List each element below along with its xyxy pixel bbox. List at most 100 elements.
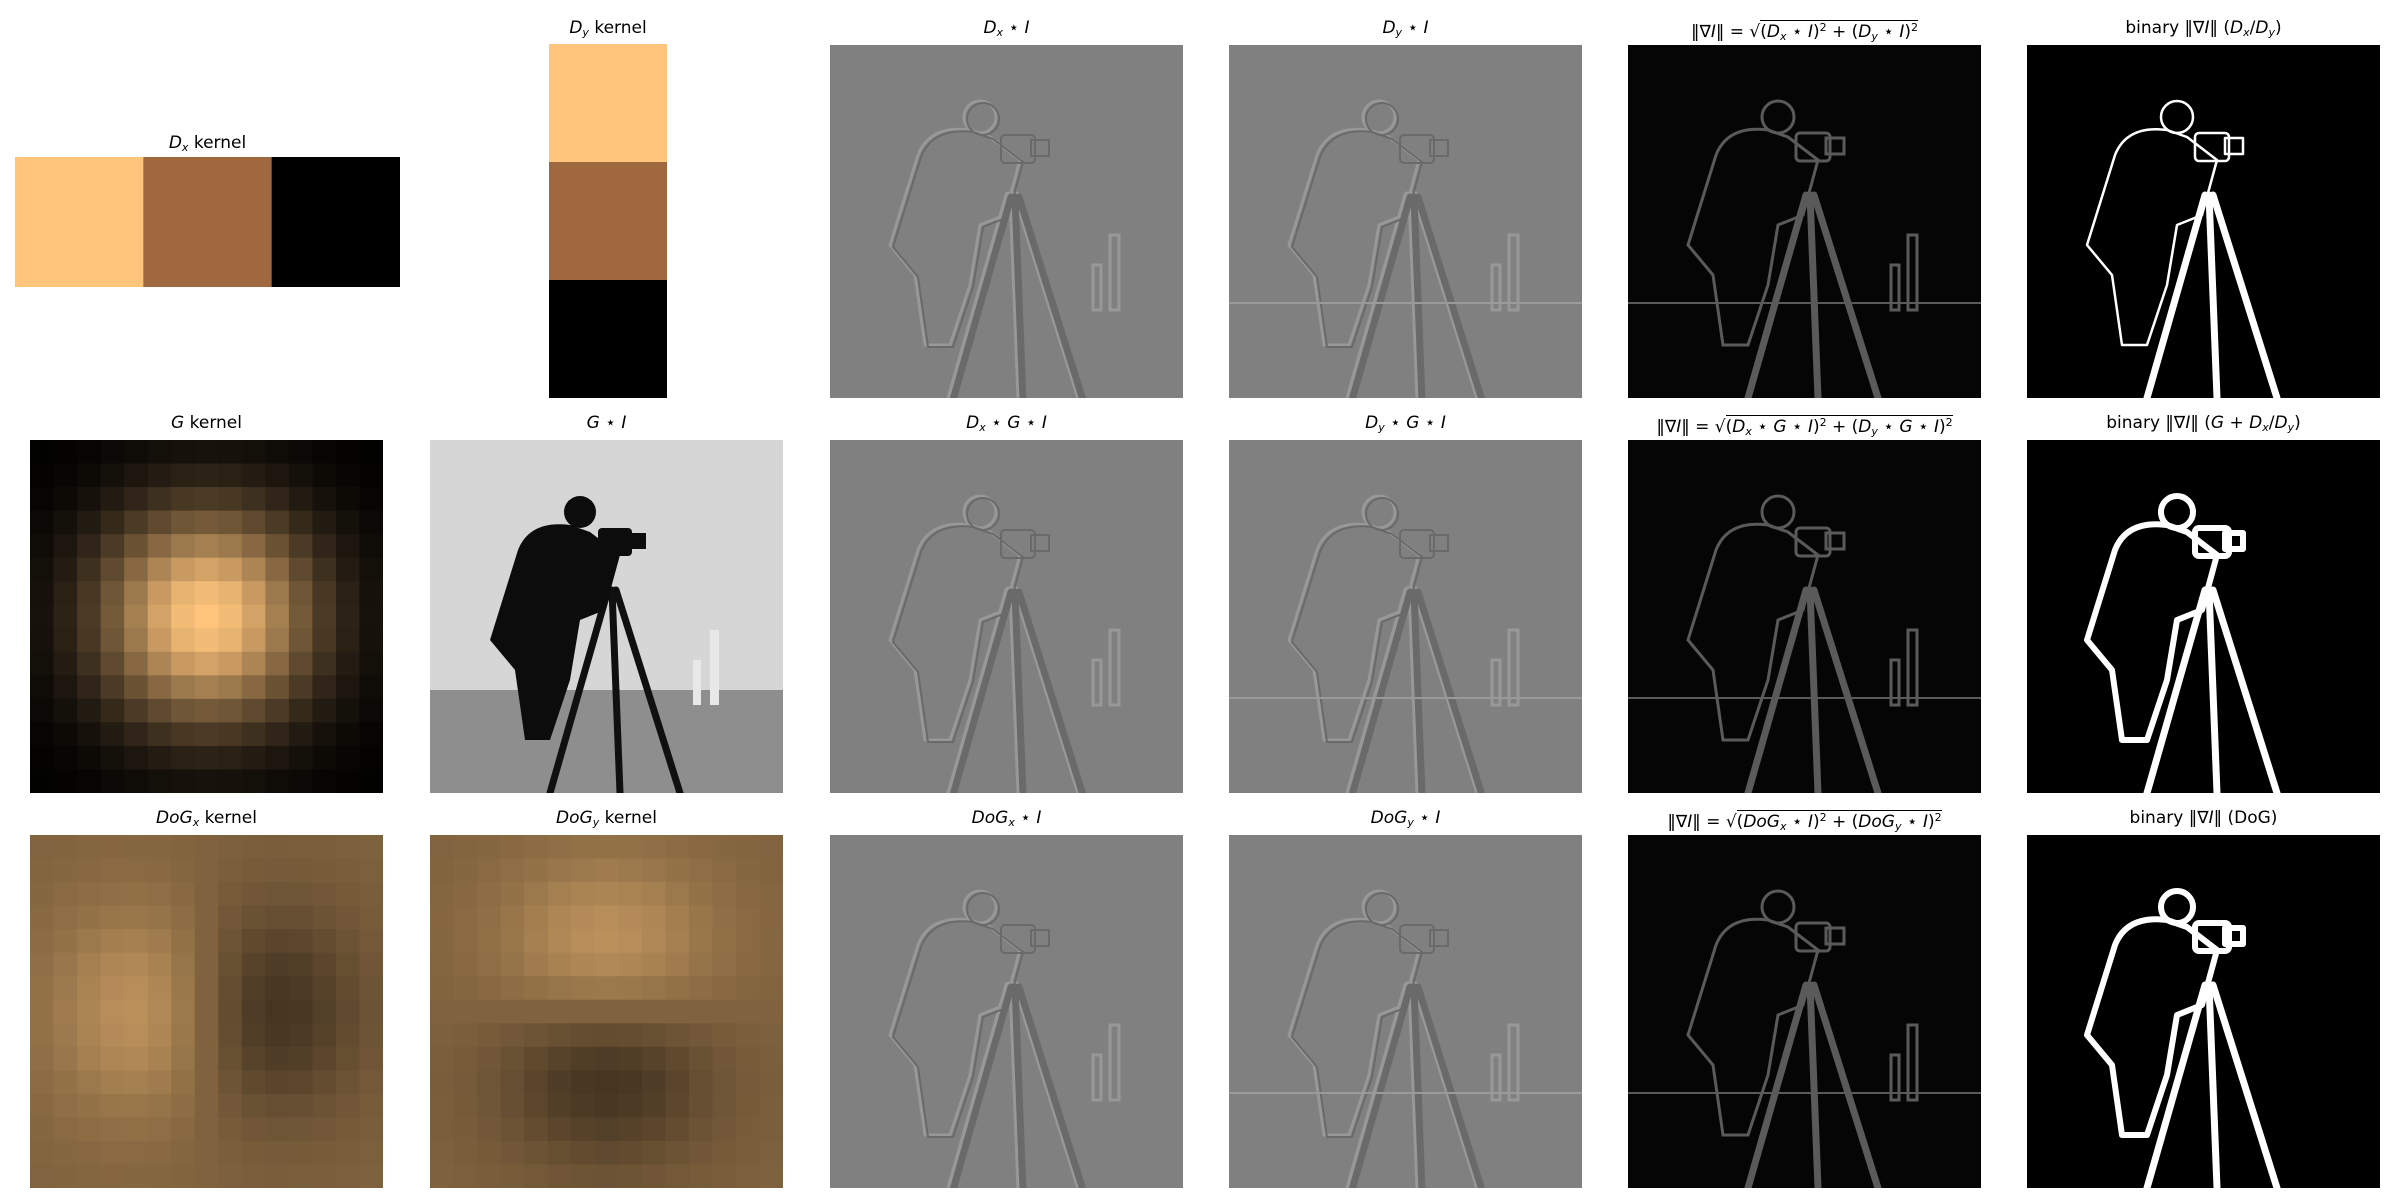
- kernel-cell: [359, 581, 383, 606]
- kernel-cell: [147, 722, 172, 747]
- kernel-cell: [359, 1140, 383, 1166]
- kernel-cell: [641, 1164, 666, 1188]
- kernel-cell: [171, 976, 196, 1001]
- kernel-cell: [241, 1164, 266, 1188]
- kernel-cell: [124, 999, 149, 1024]
- kernel-cell: [288, 510, 313, 535]
- kernel-cell: [218, 628, 243, 653]
- kernel-cell: [241, 835, 266, 860]
- kernel-cell: [571, 835, 596, 860]
- binary-grad-image: [2027, 45, 2380, 398]
- kernel-cell: [359, 882, 383, 907]
- kernel-cell: [218, 675, 243, 700]
- kernel-cell: [335, 628, 361, 653]
- kernel-cell: [100, 698, 125, 723]
- kernel-cell: [265, 976, 290, 1001]
- kernel-cell: [477, 1093, 502, 1118]
- dy-conv-i-cell: Dy ⋆ I: [1229, 18, 1582, 398]
- kernel-cell: [477, 976, 502, 1001]
- kernel-cell: [641, 999, 666, 1024]
- kernel-cell: [194, 487, 219, 512]
- binary-grad-dog-title: binary ‖∇I‖ (DoG): [2129, 808, 2278, 828]
- kernel-cell: [100, 999, 125, 1024]
- kernel-cell: [359, 952, 383, 977]
- kernel-cell: [147, 1023, 172, 1048]
- kernel-cell: [241, 581, 266, 606]
- kernel-cell: [430, 1023, 455, 1048]
- figure-grid: Dx kernel Dy kernel Dx ⋆ I Dy ⋆ I ‖∇I‖ =…: [0, 0, 2400, 1200]
- kernel-cell: [335, 1140, 361, 1166]
- image-background: [1628, 835, 1981, 1188]
- kernel-cell: [335, 510, 361, 535]
- kernel-cell: [735, 858, 761, 883]
- kernel-cell: [265, 651, 290, 676]
- kernel-cell: [571, 976, 596, 1001]
- kernel-cell: [30, 557, 55, 582]
- kernel-cell: [265, 1117, 290, 1142]
- kernel-cell: [571, 1046, 596, 1071]
- kernel-cell: [288, 1140, 313, 1166]
- kernel-cell: [712, 882, 737, 907]
- kernel-cell: [124, 487, 149, 512]
- grad-mag-cell: ‖∇I‖ = √(Dx ⋆ I)2 + (Dy ⋆ I)2: [1628, 18, 1981, 398]
- kernel-cell: [288, 651, 313, 676]
- kernel-cell: [688, 1140, 713, 1166]
- kernel-cell: [335, 1093, 361, 1118]
- kernel-cell: [124, 976, 149, 1001]
- kernel-cell: [124, 905, 149, 930]
- kernel-cell: [171, 628, 196, 653]
- binary-grad-g-image: [2027, 440, 2380, 793]
- kernel-cell: [288, 675, 313, 700]
- kernel-cell: [171, 882, 196, 907]
- kernel-cell: [665, 882, 690, 907]
- kernel-cell: [53, 628, 78, 653]
- kernel-cell: [265, 534, 290, 559]
- kernel-cell: [100, 905, 125, 930]
- kernel-cell: [265, 929, 290, 954]
- kernel-cell: [241, 698, 266, 723]
- kernel-cell: [53, 604, 78, 629]
- kernel-cell: [735, 905, 761, 930]
- kernel-cell: [241, 463, 266, 488]
- kernel-cell: [665, 1140, 690, 1166]
- kernel-cell: [124, 581, 149, 606]
- kernel-cell: [194, 1093, 219, 1118]
- kernel-cell: [30, 651, 55, 676]
- kernel-cell: [453, 1046, 478, 1071]
- kernel-cell: [171, 1023, 196, 1048]
- kernel-cell: [312, 882, 337, 907]
- kernel-cell: [194, 698, 219, 723]
- kernel-cell: [641, 952, 666, 977]
- kernel-cell: [759, 1117, 783, 1142]
- kernel-cell: [571, 1023, 596, 1048]
- kernel-cell: [500, 1140, 525, 1166]
- kernel-cell: [712, 1093, 737, 1118]
- kernel-cell: [194, 440, 219, 465]
- dogy-kernel-heatmap: [430, 835, 783, 1188]
- kernel-cell: [665, 976, 690, 1001]
- kernel-cell: [594, 952, 619, 977]
- kernel-cell: [30, 1140, 55, 1166]
- kernel-cell: [53, 557, 78, 582]
- kernel-cell: [618, 835, 643, 860]
- kernel-cell: [171, 510, 196, 535]
- kernel-cell: [712, 976, 737, 1001]
- kernel-cell: [359, 510, 383, 535]
- kernel-cell: [688, 952, 713, 977]
- kernel-cell: [265, 604, 290, 629]
- kernel-cell: [30, 1046, 55, 1071]
- dy-g-conv-i-title: Dy ⋆ G ⋆ I: [1365, 413, 1446, 434]
- kernel-cell: [453, 1023, 478, 1048]
- kernel-cell: [100, 769, 125, 793]
- kernel-cell: [312, 976, 337, 1001]
- kernel-cell: [265, 858, 290, 883]
- kernel-cell: [500, 882, 525, 907]
- kernel-cell: [549, 162, 667, 281]
- kernel-cell: [53, 487, 78, 512]
- kernel-cell: [265, 745, 290, 771]
- kernel-cell: [712, 835, 737, 860]
- kernel-cell: [30, 905, 55, 930]
- kernel-cell: [477, 1117, 502, 1142]
- kernel-cell: [218, 510, 243, 535]
- kernel-cell: [218, 487, 243, 512]
